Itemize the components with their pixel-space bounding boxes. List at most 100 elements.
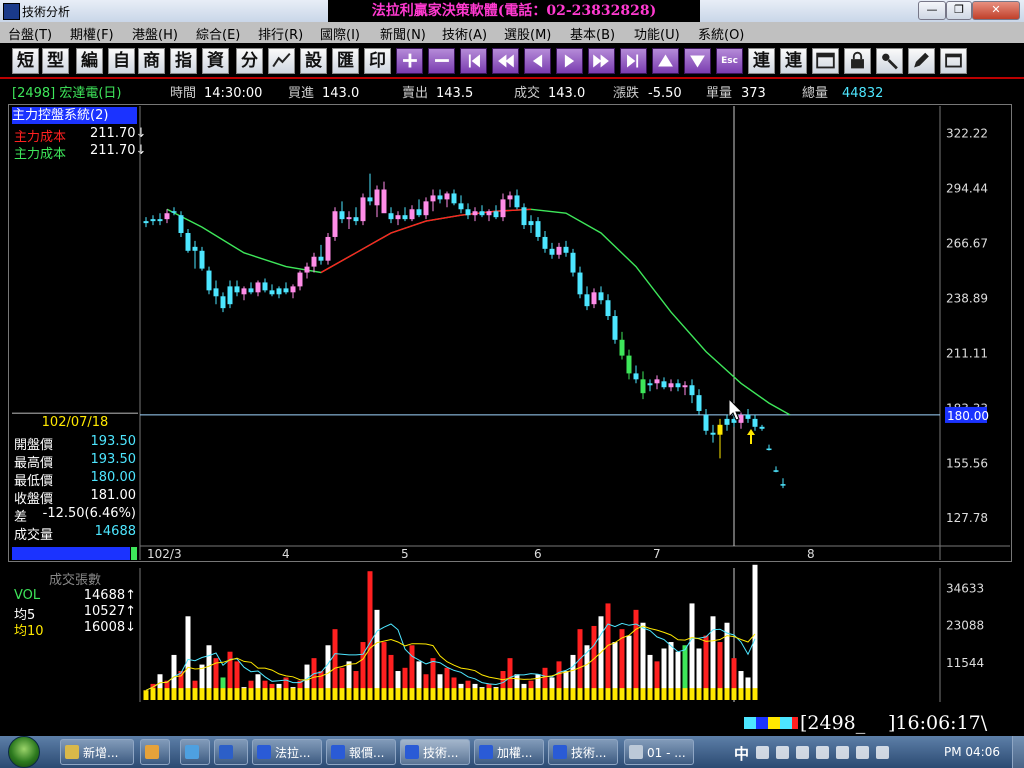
taskbar-item-5[interactable]: 報價...: [326, 739, 396, 765]
volume-bar: [395, 671, 401, 700]
candle: [381, 181, 387, 214]
show-desktop-button[interactable]: [1012, 736, 1024, 768]
candle: [710, 424, 716, 443]
candle: [192, 240, 198, 269]
candle: [206, 266, 212, 295]
taskbar-item-4[interactable]: 法拉...: [252, 739, 322, 765]
candle-body: [143, 221, 149, 224]
volume-bar: [668, 642, 674, 700]
candle-body: [710, 432, 716, 435]
language-bar-icon[interactable]: [756, 746, 769, 759]
candle: [262, 278, 268, 293]
taskbar-item-6[interactable]: 技術...: [400, 739, 470, 765]
candle-body: [234, 286, 240, 293]
ime-indicator[interactable]: 中: [734, 743, 749, 764]
candle: [255, 280, 261, 297]
volume-bar: [157, 674, 163, 700]
volume-bar-base: [150, 688, 156, 700]
candle: [626, 349, 632, 380]
keyboard-icon[interactable]: [796, 746, 809, 759]
volume-tick-label: 23088: [946, 619, 984, 633]
candle-body: [283, 288, 289, 293]
volume-bar-base: [612, 688, 618, 700]
volume-bar-base: [171, 688, 177, 700]
volume-bar: [339, 667, 345, 700]
candle: [234, 280, 240, 297]
volume-bar: [388, 654, 394, 700]
taskbar-item-label: 新增...: [83, 746, 119, 760]
volume-bar-fill: [710, 616, 716, 700]
candle: [283, 282, 289, 295]
volume-bar-fill: [598, 616, 604, 700]
volume-bar-base: [318, 688, 324, 700]
status-code[interactable]: [2498_: [800, 712, 865, 734]
candle: [213, 280, 219, 305]
volume-bar: [556, 661, 562, 700]
taskbar-item-label: 技術...: [571, 746, 607, 760]
volume-bar: [185, 616, 191, 700]
candle-body: [423, 201, 429, 216]
volume-bar-base: [682, 688, 688, 700]
start-button[interactable]: [8, 736, 40, 768]
volume-bar-base: [262, 688, 268, 700]
volume-bar-fill: [689, 603, 695, 700]
volume-bar-base: [717, 688, 723, 700]
candle-body: [619, 339, 625, 356]
taskbar-item-2[interactable]: [180, 739, 210, 765]
candle-body: [402, 215, 408, 220]
candle: [570, 248, 576, 277]
volume-bar-base: [647, 688, 653, 700]
taskbar-item-7[interactable]: 加權...: [474, 739, 544, 765]
candle: [654, 375, 660, 390]
network-icon[interactable]: [856, 746, 869, 759]
taskbar-item-3[interactable]: [214, 739, 248, 765]
candle: [759, 424, 765, 431]
volume-bar: [472, 683, 478, 700]
volume-bar: [437, 674, 443, 700]
taskbar-item-9[interactable]: 01 - ...: [624, 739, 694, 765]
candle: [528, 215, 534, 233]
volume-bar-base: [185, 688, 191, 700]
status-color-4: [780, 717, 792, 729]
candle-body: [206, 270, 212, 291]
candle-body: [647, 383, 653, 386]
candle: [402, 207, 408, 222]
volume-bar-base: [472, 688, 478, 700]
candle: [416, 199, 422, 218]
taskbar-app-icon: [629, 745, 643, 759]
candle: [157, 213, 163, 226]
volume-bar-fill: [185, 616, 191, 700]
volume-bar: [549, 677, 555, 700]
volume-icon[interactable]: [876, 746, 889, 759]
taskbar-app-icon: [479, 745, 493, 759]
expand-icon[interactable]: [836, 746, 849, 759]
candle-body: [437, 195, 443, 200]
volume-bar-base: [311, 688, 317, 700]
volume-bar-base: [577, 688, 583, 700]
volume-bar: [465, 680, 471, 700]
candle-body: [542, 236, 548, 249]
help-icon[interactable]: [816, 746, 829, 759]
candle: [514, 189, 520, 210]
volume-bar: [605, 603, 611, 700]
taskbar-item-label: 技術...: [423, 746, 459, 760]
status-color-3: [768, 717, 780, 729]
price-chart: 322.22294.44266.67238.89211.11183.33155.…: [12, 106, 1010, 702]
input-mode-icon[interactable]: [776, 746, 789, 759]
y-tick-label: 211.11: [946, 346, 988, 360]
taskbar-item-1[interactable]: [140, 739, 170, 765]
volume-bar-base: [409, 688, 415, 700]
candle: [598, 286, 604, 305]
taskbar-item-label: 法拉...: [275, 746, 311, 760]
volume-bar-base: [563, 688, 569, 700]
y-tick-label: 155.56: [946, 456, 988, 470]
clock[interactable]: PM 04:06: [944, 745, 1000, 759]
candle: [682, 381, 688, 396]
candle: [395, 211, 401, 226]
volume-bar: [458, 683, 464, 700]
candle-body: [255, 282, 261, 293]
candle: [556, 242, 562, 259]
candle-body: [577, 272, 583, 295]
taskbar-item-0[interactable]: 新增...: [60, 739, 134, 765]
taskbar-item-8[interactable]: 技術...: [548, 739, 618, 765]
